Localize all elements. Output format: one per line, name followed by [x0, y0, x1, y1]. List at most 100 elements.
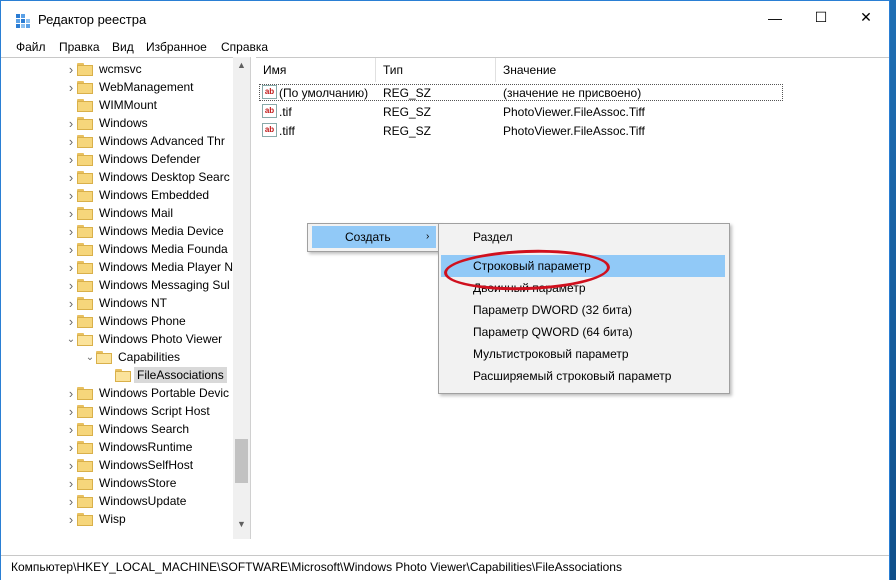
chevron-right-icon[interactable]: ›	[65, 458, 77, 473]
close-button[interactable]: ✕	[843, 1, 889, 34]
tree-item-label: Windows Defender	[99, 152, 201, 166]
chevron-right-icon[interactable]: ›	[65, 170, 77, 185]
table-row[interactable]: ab .tiff REG_SZ PhotoViewer.FileAssoc.Ti…	[256, 122, 889, 140]
create-submenu: Раздел Строковый параметр Двоичный парам…	[438, 223, 730, 394]
tree-item-label: Windows	[99, 116, 148, 130]
menu-edit[interactable]: Правка	[59, 40, 100, 54]
tree-item[interactable]: › WindowsStore	[65, 474, 177, 492]
menu-item-expandable-string-value[interactable]: Расширяемый строковый параметр	[441, 365, 725, 387]
value-name: .tiff	[279, 124, 295, 138]
status-bar: Компьютер\HKEY_LOCAL_MACHINE\SOFTWARE\Mi…	[1, 555, 889, 580]
tree-item-label: Windows Media Player N	[99, 260, 233, 274]
tree-item[interactable]: › Windows Search	[65, 420, 189, 438]
chevron-down-icon[interactable]: ⌄	[84, 352, 96, 363]
menu-view[interactable]: Вид	[112, 40, 134, 54]
chevron-right-icon[interactable]: ›	[65, 440, 77, 455]
tree-item-label: Windows Script Host	[99, 404, 210, 418]
tree-item-label: Windows Advanced Thr	[99, 134, 225, 148]
chevron-down-icon[interactable]: ⌄	[65, 334, 77, 345]
chevron-right-icon[interactable]: ›	[65, 206, 77, 221]
chevron-right-icon[interactable]: ›	[65, 404, 77, 419]
tree-item[interactable]: › WindowsRuntime	[65, 438, 193, 456]
scrollbar-thumb[interactable]	[235, 439, 248, 483]
table-row[interactable]: ab (По умолчанию) REG_SZ (значение не пр…	[256, 84, 889, 102]
tree-item-label: WindowsUpdate	[99, 494, 187, 508]
menu-item-key[interactable]: Раздел	[441, 226, 725, 248]
title-bar[interactable]: Редактор реестра — ☐ ✕	[1, 1, 889, 34]
folder-icon	[77, 423, 93, 436]
chevron-right-icon[interactable]: ›	[65, 278, 77, 293]
minimize-icon: —	[768, 9, 782, 26]
tree-item[interactable]: › Windows Messaging Sul	[65, 276, 230, 294]
chevron-right-icon[interactable]: ›	[65, 188, 77, 203]
tree-item[interactable]: › Windows Desktop Searc	[65, 168, 230, 186]
tree-item-label: Windows Phone	[99, 314, 186, 328]
tree-item-label: Windows Embedded	[99, 188, 210, 202]
tree-item[interactable]: › Windows Media Device	[65, 222, 224, 240]
tree-item[interactable]: FileAssociations	[103, 366, 227, 384]
tree-item-label: Wisp	[99, 512, 126, 526]
tree-item-label: wcmsvc	[99, 62, 142, 76]
chevron-right-icon[interactable]: ›	[65, 512, 77, 527]
chevron-right-icon[interactable]: ›	[65, 224, 77, 239]
maximize-icon: ☐	[814, 9, 828, 25]
chevron-right-icon[interactable]: ›	[65, 152, 77, 167]
chevron-right-icon[interactable]: ›	[65, 80, 77, 95]
chevron-right-icon[interactable]: ›	[65, 296, 77, 311]
menu-item-label: Параметр DWORD (32 бита)	[473, 303, 632, 317]
menu-help[interactable]: Справка	[221, 40, 268, 54]
tree-item-label: Capabilities	[118, 350, 181, 364]
tree-item[interactable]: › WindowsSelfHost	[65, 456, 193, 474]
menu-item-dword-value[interactable]: Параметр DWORD (32 бита)	[441, 299, 725, 321]
tree-item[interactable]: › Windows Phone	[65, 312, 186, 330]
string-value-icon: ab	[262, 85, 277, 99]
tree-item[interactable]: › Windows Embedded	[65, 186, 209, 204]
chevron-right-icon[interactable]: ›	[65, 260, 77, 275]
tree-item[interactable]: ⌄ Capabilities	[84, 348, 180, 366]
menu-favorites[interactable]: Избранное	[146, 40, 207, 54]
maximize-button[interactable]: ☐	[798, 1, 844, 34]
tree-scrollbar[interactable]: ▲ ▼	[233, 57, 250, 539]
window-title: Редактор реестра	[38, 12, 147, 27]
chevron-right-icon[interactable]: ›	[65, 494, 77, 509]
menu-file[interactable]: Файл	[16, 40, 46, 54]
chevron-right-icon[interactable]: ›	[65, 62, 77, 77]
folder-icon	[77, 243, 93, 256]
chevron-right-icon[interactable]: ›	[65, 116, 77, 131]
tree-item[interactable]: › WindowsUpdate	[65, 492, 187, 510]
chevron-right-icon[interactable]: ›	[65, 422, 77, 437]
chevron-right-icon[interactable]: ›	[65, 314, 77, 329]
tree-item[interactable]: › Windows Advanced Thr	[65, 132, 225, 150]
chevron-right-icon[interactable]: ›	[65, 386, 77, 401]
tree-item[interactable]: › Windows Portable Devic	[65, 384, 229, 402]
minimize-button[interactable]: —	[752, 1, 798, 34]
scroll-up-icon[interactable]: ▲	[233, 57, 250, 74]
tree-item[interactable]: › Windows NT	[65, 294, 167, 312]
menu-item-create[interactable]: Создать ›	[312, 226, 436, 248]
folder-icon	[77, 387, 93, 400]
tree-item[interactable]: WIMMount	[65, 96, 157, 114]
table-row[interactable]: ab .tif REG_SZ PhotoViewer.FileAssoc.Tif…	[256, 103, 889, 121]
value-type: REG_SZ	[383, 86, 432, 100]
tree-item[interactable]: › Windows Mail	[65, 204, 173, 222]
tree-item[interactable]: ⌄ Windows Photo Viewer	[65, 330, 222, 348]
tree-item[interactable]: › Windows Media Player N	[65, 258, 233, 276]
tree-item[interactable]: › WebManagement	[65, 78, 194, 96]
chevron-right-icon[interactable]: ›	[65, 242, 77, 257]
chevron-right-icon[interactable]: ›	[65, 476, 77, 491]
tree-item[interactable]: › Windows Media Founda	[65, 240, 228, 258]
column-name[interactable]: Имя	[256, 58, 376, 82]
tree-item[interactable]: › Windows Script Host	[65, 402, 210, 420]
tree-item[interactable]: › wcmsvc	[65, 60, 142, 78]
tree-item-label: Windows Portable Devic	[99, 386, 230, 400]
column-value[interactable]: Значение	[496, 58, 889, 82]
scroll-down-icon[interactable]: ▼	[233, 516, 250, 533]
tree-item[interactable]: › Windows	[65, 114, 148, 132]
value-type: REG_SZ	[383, 105, 432, 119]
column-type[interactable]: Тип	[376, 58, 496, 82]
chevron-right-icon[interactable]: ›	[65, 134, 77, 149]
tree-item[interactable]: › Windows Defender	[65, 150, 201, 168]
tree-item[interactable]: › Wisp	[65, 510, 126, 528]
menu-item-qword-value[interactable]: Параметр QWORD (64 бита)	[441, 321, 725, 343]
menu-item-multistring-value[interactable]: Мультистроковый параметр	[441, 343, 725, 365]
